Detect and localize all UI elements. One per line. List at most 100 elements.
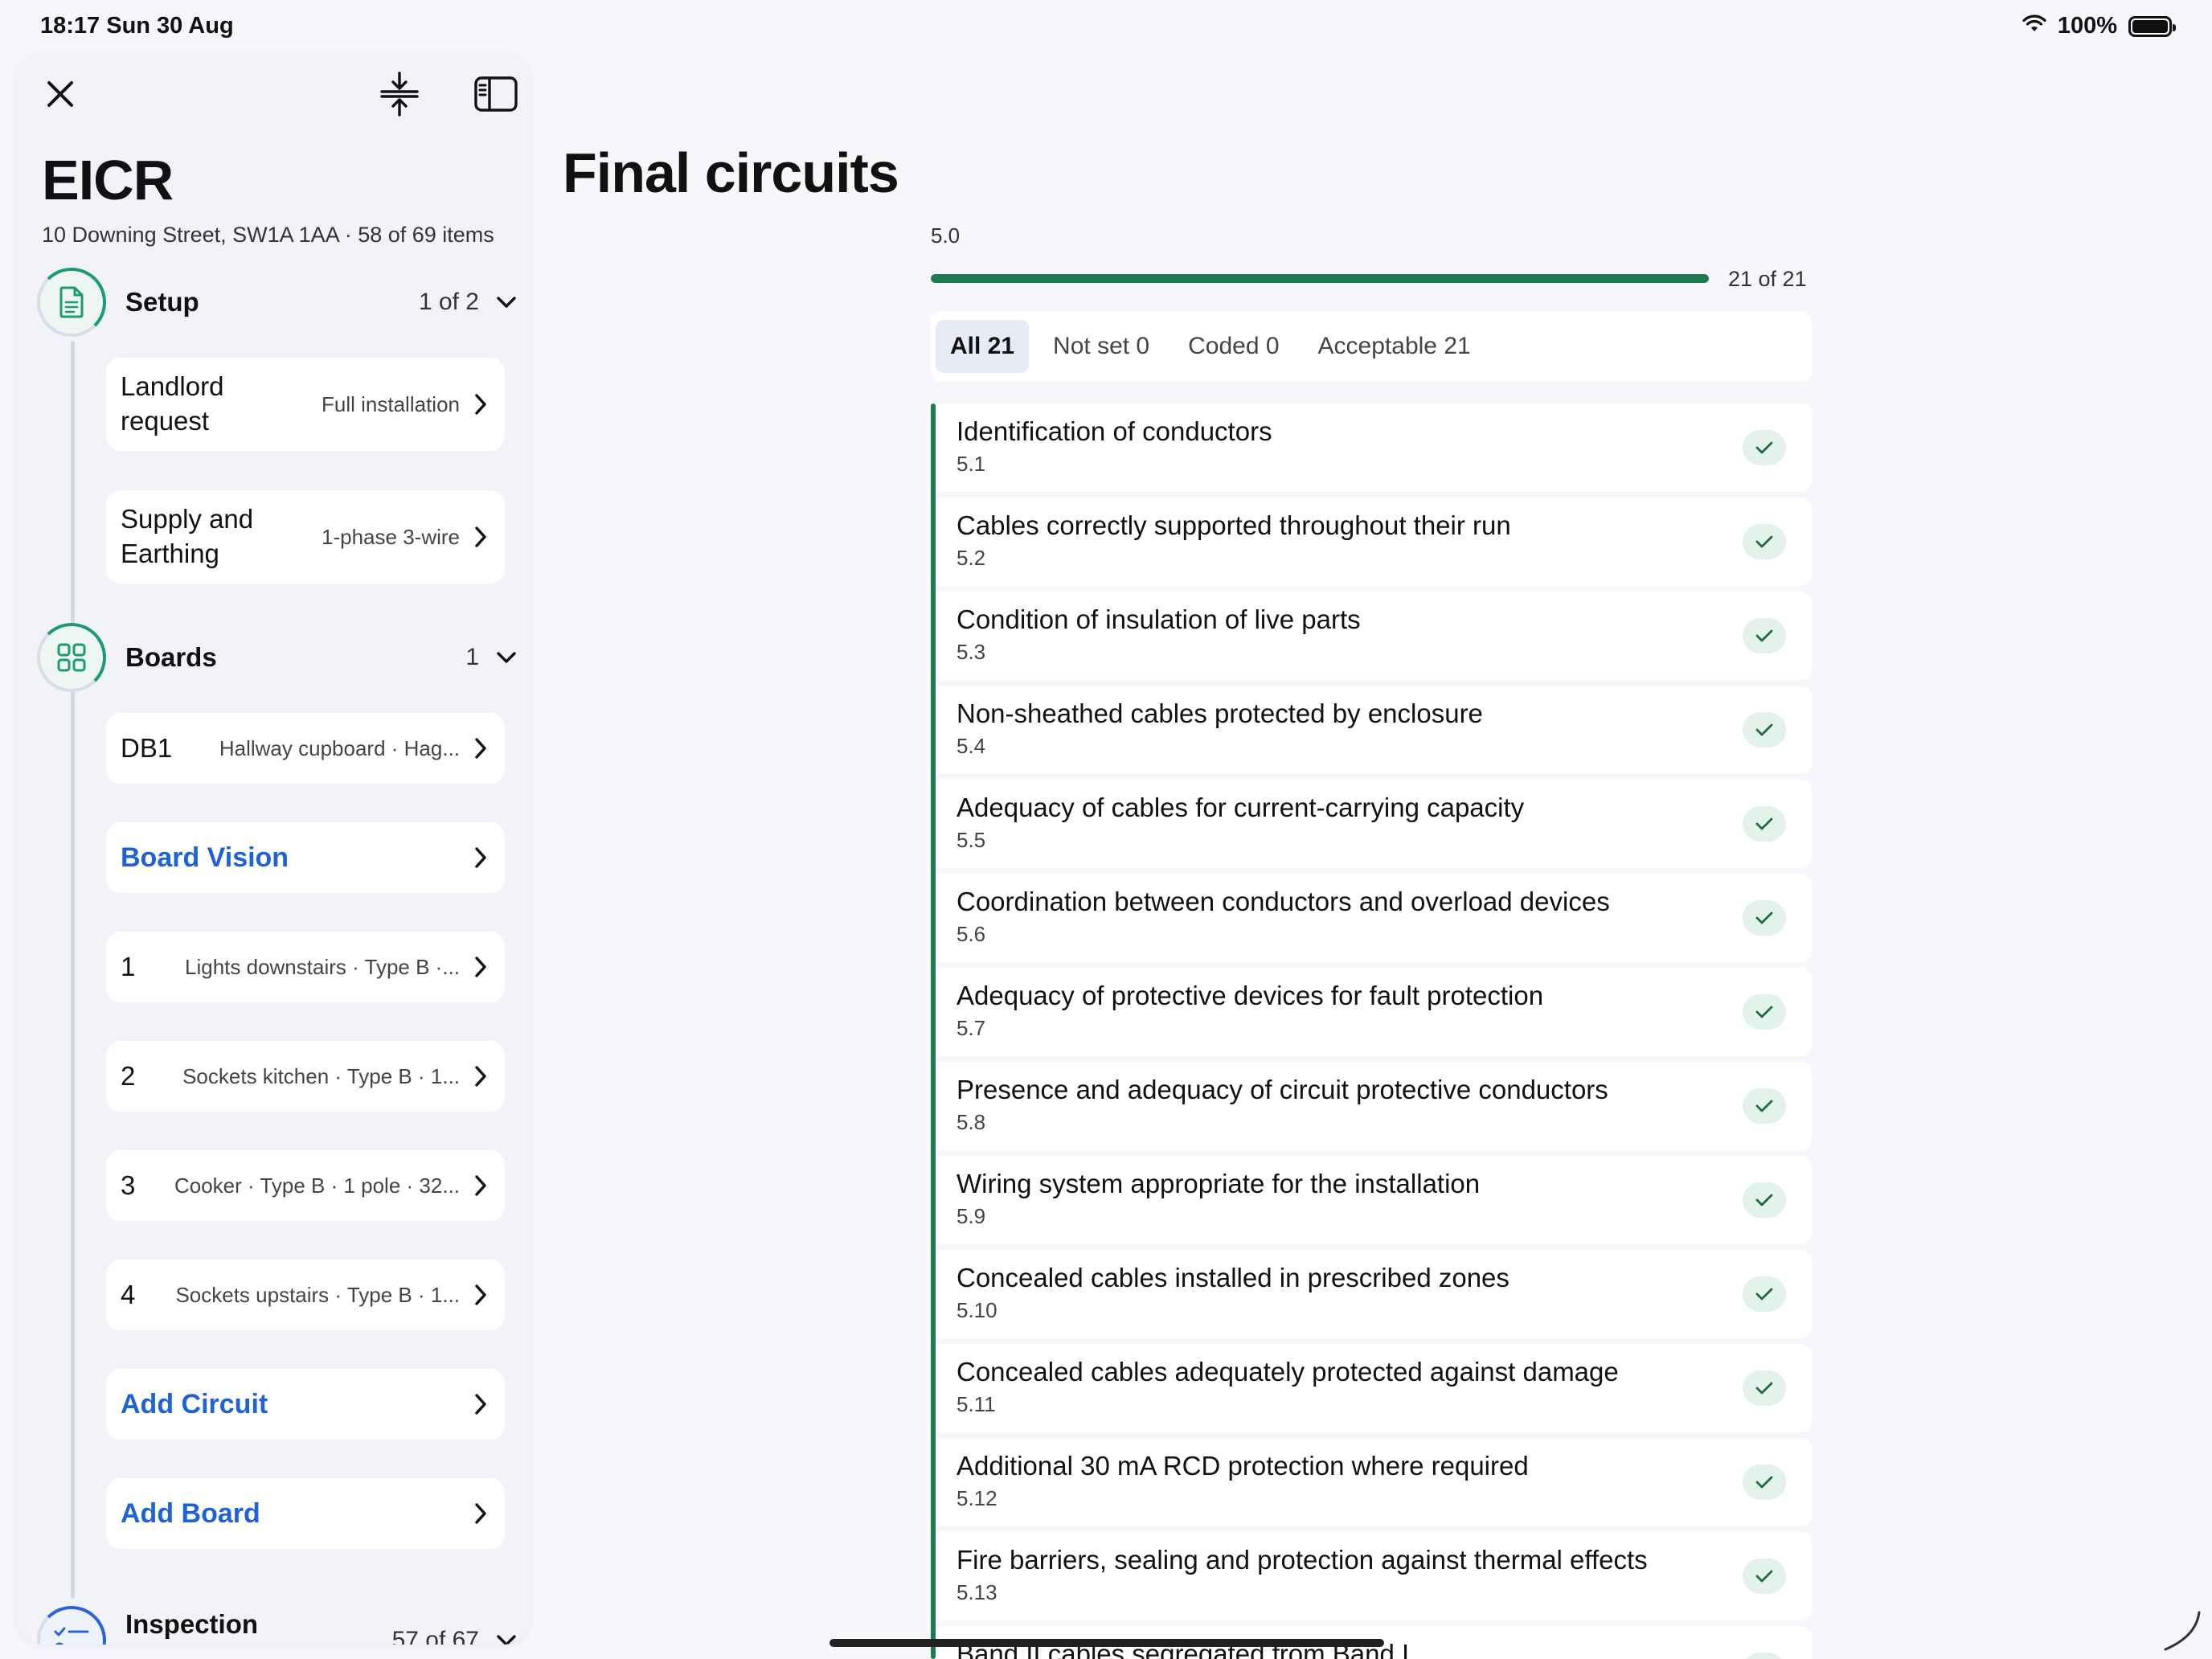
chevron-right-icon <box>473 1173 489 1198</box>
page-curl-icon <box>2164 1611 2201 1651</box>
card-value: Sockets upstairs · Type B · 1... <box>175 1282 460 1307</box>
list-item[interactable]: Non-sheathed cables protected by enclosu… <box>936 686 1812 774</box>
check-icon[interactable] <box>1743 430 1786 465</box>
check-icon[interactable] <box>1743 524 1786 559</box>
item-title: Cables correctly supported throughout th… <box>956 510 1511 540</box>
list-item[interactable]: Additional 30 mA RCD protection where re… <box>936 1438 1812 1526</box>
item-title: Coordination between conductors and over… <box>956 887 1610 916</box>
check-icon[interactable] <box>1743 1653 1786 1659</box>
list-item[interactable]: Adequacy of protective devices for fault… <box>936 968 1812 1056</box>
card-supply-earthing[interactable]: Supply and Earthing 1-phase 3-wire <box>106 490 505 584</box>
chevron-right-icon <box>473 391 489 417</box>
check-icon[interactable] <box>1743 1088 1786 1124</box>
card-value: Full installation <box>322 391 460 416</box>
check-icon[interactable] <box>1743 1559 1786 1594</box>
card-link-label: Add Board <box>121 1497 260 1529</box>
card-board-db1[interactable]: DB1 Hallway cupboard · Hag... <box>106 713 505 784</box>
tab-coded[interactable]: Coded 0 <box>1174 320 1293 373</box>
status-indicators: 100% <box>2022 13 2176 39</box>
chevron-right-icon <box>473 1063 489 1089</box>
filter-tabs: All 21 Not set 0 Coded 0 Acceptable 21 <box>931 311 1812 382</box>
sidebar-icon[interactable] <box>468 66 524 122</box>
chevron-down-icon[interactable] <box>494 1628 519 1645</box>
add-board-button[interactable]: Add Board <box>106 1478 505 1549</box>
page-title: Final circuits <box>563 141 899 204</box>
item-title: Non-sheathed cables protected by enclosu… <box>956 698 1483 728</box>
checklist-icon <box>37 1606 106 1645</box>
item-number: 5.7 <box>956 1016 986 1040</box>
section-inspection-schedule[interactable]: Inspection schedule 57 of 67 <box>37 1596 519 1645</box>
tab-acceptable[interactable]: Acceptable 21 <box>1304 320 1485 373</box>
list-item[interactable]: Concealed cables installed in prescribed… <box>936 1250 1812 1338</box>
list-item[interactable]: Wiring system appropriate for the instal… <box>936 1156 1812 1244</box>
battery-percent: 100% <box>2057 13 2117 39</box>
circuit-number: 1 <box>121 952 136 981</box>
item-number: 5.12 <box>956 1486 997 1510</box>
list-item[interactable]: Cables correctly supported throughout th… <box>936 498 1812 586</box>
card-link-label: Add Circuit <box>121 1388 268 1419</box>
item-number: 5.3 <box>956 640 986 664</box>
list-item[interactable]: Adequacy of cables for current-carrying … <box>936 780 1812 868</box>
circuit-number: 3 <box>121 1170 136 1200</box>
item-title: Concealed cables installed in prescribed… <box>956 1263 1509 1292</box>
check-icon[interactable] <box>1743 1464 1786 1500</box>
item-title: Identification of conductors <box>956 416 1272 446</box>
card-value: Sockets kitchen · Type B · 1... <box>182 1063 460 1088</box>
check-icon[interactable] <box>1743 1370 1786 1406</box>
item-title: Adequacy of cables for current-carrying … <box>956 793 1525 822</box>
item-number: 5.2 <box>956 546 986 570</box>
board-vision-button[interactable]: Board Vision <box>106 822 505 893</box>
grid-icon <box>37 623 106 692</box>
item-title: Fire barriers, sealing and protection ag… <box>956 1545 1648 1575</box>
card-circuit-2[interactable]: 2 Sockets kitchen · Type B · 1... <box>106 1041 505 1112</box>
item-number: 5.11 <box>956 1392 996 1416</box>
chevron-down-icon[interactable] <box>494 289 519 315</box>
add-circuit-button[interactable]: Add Circuit <box>106 1369 505 1440</box>
tab-all[interactable]: All 21 <box>936 320 1030 373</box>
check-icon[interactable] <box>1743 806 1786 842</box>
card-circuit-4[interactable]: 4 Sockets upstairs · Type B · 1... <box>106 1260 505 1330</box>
list-item[interactable]: Identification of conductors 5.1 <box>936 403 1812 492</box>
check-icon[interactable] <box>1743 1182 1786 1218</box>
item-number: 5.5 <box>956 828 986 852</box>
circuit-number: 2 <box>121 1061 136 1091</box>
section-setup[interactable]: Setup 1 of 2 <box>37 264 519 341</box>
section-label: Setup <box>125 287 199 317</box>
list-item[interactable]: Condition of insulation of live parts 5.3 <box>936 592 1812 680</box>
item-title: Wiring system appropriate for the instal… <box>956 1169 1481 1198</box>
compress-icon[interactable] <box>371 66 428 122</box>
card-title: Supply and Earthing <box>121 504 254 568</box>
card-landlord-request[interactable]: Landlord request Full installation <box>106 358 505 451</box>
inspection-list: Identification of conductors 5.1 Cables co… <box>936 403 1812 1659</box>
sidebar-subtitle: 10 Downing Street, SW1A 1AA · 58 of 69 i… <box>42 223 494 247</box>
section-count: 1 of 2 <box>418 289 479 315</box>
section-count: 57 of 67 <box>391 1627 479 1645</box>
card-circuit-3[interactable]: 3 Cooker · Type B · 1 pole · 32... <box>106 1150 505 1221</box>
tab-not-set[interactable]: Not set 0 <box>1038 320 1164 373</box>
item-number: 5.8 <box>956 1110 986 1134</box>
list-item[interactable]: Concealed cables adequately protected ag… <box>936 1344 1812 1432</box>
check-icon[interactable] <box>1743 618 1786 653</box>
item-number: 5.6 <box>956 922 986 946</box>
progress-label: 21 of 21 <box>1728 267 1807 291</box>
check-icon[interactable] <box>1743 994 1786 1030</box>
list-item[interactable]: Fire barriers, sealing and protection ag… <box>936 1532 1812 1620</box>
close-icon[interactable] <box>32 66 88 122</box>
card-value: Lights downstairs · Type B ·... <box>185 954 460 979</box>
section-boards[interactable]: Boards 1 <box>37 619 519 696</box>
item-title: Adequacy of protective devices for fault… <box>956 981 1544 1010</box>
chevron-right-icon <box>473 1391 489 1417</box>
list-item[interactable]: Presence and adequacy of circuit protect… <box>936 1062 1812 1150</box>
item-number: 5.1 <box>956 452 986 476</box>
card-circuit-1[interactable]: 1 Lights downstairs · Type B ·... <box>106 932 505 1002</box>
section-code: 5.0 <box>931 223 961 248</box>
check-icon[interactable] <box>1743 1276 1786 1312</box>
home-indicator <box>830 1639 1384 1647</box>
check-icon[interactable] <box>1743 900 1786 936</box>
check-icon[interactable] <box>1743 712 1786 748</box>
list-item[interactable]: Coordination between conductors and over… <box>936 874 1812 962</box>
item-number: 5.9 <box>956 1204 986 1228</box>
item-title: Additional 30 mA RCD protection where re… <box>956 1451 1529 1481</box>
card-value: Cooker · Type B · 1 pole · 32... <box>174 1173 460 1198</box>
chevron-down-icon[interactable] <box>494 645 519 670</box>
